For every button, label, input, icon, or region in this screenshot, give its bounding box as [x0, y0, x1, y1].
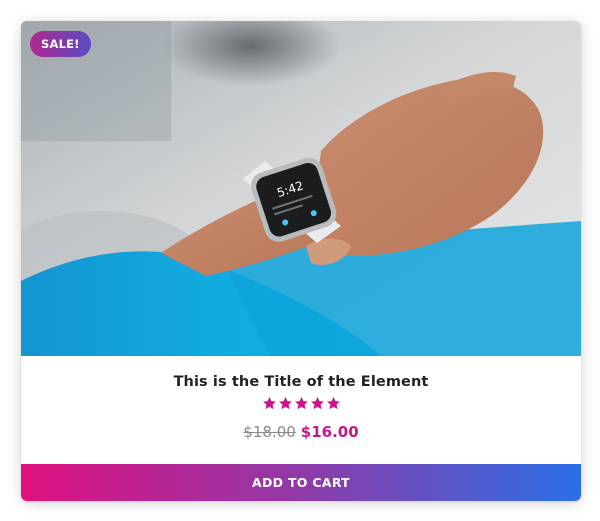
sale-badge: SALE!: [30, 31, 91, 57]
sale-price: $16.00: [300, 423, 359, 441]
star-icon: [294, 396, 308, 410]
star-icon: [278, 396, 292, 410]
product-title[interactable]: This is the Title of the Element: [21, 374, 581, 390]
product-card: 5:42 SALE! This is the Title of the Elem…: [21, 21, 581, 501]
product-image[interactable]: 5:42 SALE!: [21, 21, 581, 356]
star-icon: [262, 396, 276, 410]
star-icon: [326, 396, 340, 410]
product-photo: 5:42: [21, 21, 581, 356]
price: $18.00 $16.00: [21, 423, 581, 441]
product-info: This is the Title of the Element $18.00 $…: [21, 356, 581, 464]
star-icon: [310, 396, 324, 410]
old-price: $18.00: [243, 423, 296, 441]
star-rating: [21, 396, 581, 411]
page: 5:42 SALE! This is the Title of the Elem…: [0, 0, 600, 521]
add-to-cart-button[interactable]: ADD TO CART: [21, 464, 581, 501]
